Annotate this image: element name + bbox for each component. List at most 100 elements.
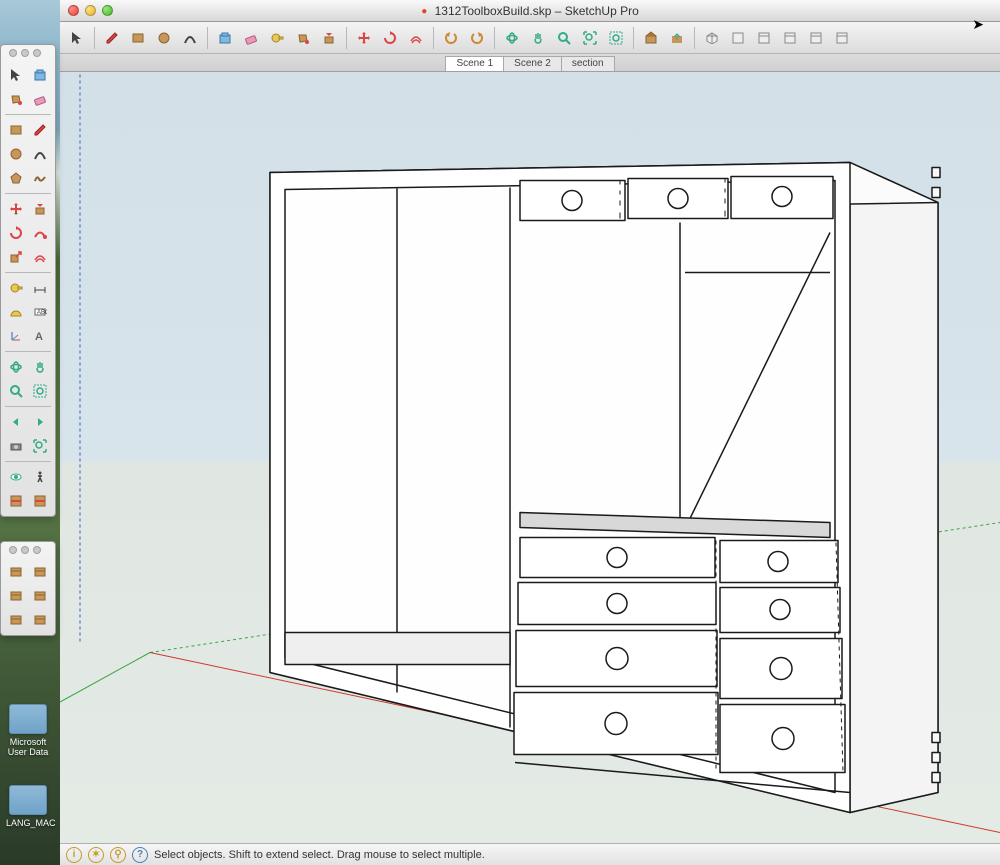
- eraser-tool[interactable]: [240, 27, 262, 49]
- model-viewport[interactable]: [60, 72, 1000, 843]
- position-camera-tool[interactable]: [5, 435, 27, 457]
- palette-close-dot[interactable]: [9, 49, 17, 57]
- folder-label: Microsoft User Data: [8, 737, 49, 757]
- close-button[interactable]: [68, 5, 79, 16]
- window-controls: [68, 5, 113, 16]
- outliner-4[interactable]: [29, 585, 51, 607]
- folder-icon: [9, 785, 47, 815]
- zoom-tool[interactable]: [553, 27, 575, 49]
- section-display[interactable]: [29, 490, 51, 512]
- component-tool[interactable]: [29, 64, 51, 86]
- minimize-button[interactable]: [85, 5, 96, 16]
- palette-titlebar[interactable]: [5, 546, 51, 558]
- palette-titlebar[interactable]: [5, 49, 51, 61]
- toolbar-separator: [433, 27, 434, 49]
- zoom-window-tool[interactable]: [29, 380, 51, 402]
- circle-tool[interactable]: [5, 143, 27, 165]
- text-tool[interactable]: ABC: [29, 301, 51, 323]
- pushpull-tool[interactable]: [318, 27, 340, 49]
- view-front[interactable]: [753, 27, 775, 49]
- palette-zoom-dot[interactable]: [33, 546, 41, 554]
- view-iso[interactable]: [701, 27, 723, 49]
- rectangle-tool[interactable]: [5, 119, 27, 141]
- orbit-tool[interactable]: [501, 27, 523, 49]
- select-tool[interactable]: [66, 27, 88, 49]
- rotate-tool[interactable]: [5, 222, 27, 244]
- next-view[interactable]: [29, 411, 51, 433]
- desktop-folder[interactable]: Microsoft User Data: [6, 704, 50, 757]
- paint-bucket-tool[interactable]: [5, 88, 27, 110]
- protractor-tool[interactable]: [5, 301, 27, 323]
- tape-measure-tool[interactable]: [5, 277, 27, 299]
- freehand-tool[interactable]: [29, 167, 51, 189]
- large-tool-palette[interactable]: ABCA: [0, 44, 56, 517]
- outliner-6[interactable]: [29, 609, 51, 631]
- walk-tool[interactable]: [29, 466, 51, 488]
- toolbar-separator: [207, 27, 208, 49]
- help-icon[interactable]: ?: [132, 847, 148, 863]
- dimension-tool[interactable]: [29, 277, 51, 299]
- palette-min-dot[interactable]: [21, 546, 29, 554]
- share-model[interactable]: [666, 27, 688, 49]
- status-message: Select objects. Shift to extend select. …: [154, 849, 485, 861]
- rectangle-tool[interactable]: [127, 27, 149, 49]
- pushpull-tool[interactable]: [29, 198, 51, 220]
- outliner-5[interactable]: [5, 609, 27, 631]
- desktop-folder[interactable]: LANG_MAC: [6, 785, 50, 828]
- palette-close-dot[interactable]: [9, 546, 17, 554]
- offset-tool[interactable]: [29, 246, 51, 268]
- followme-tool[interactable]: [29, 222, 51, 244]
- scene-tab[interactable]: Scene 2: [503, 56, 562, 71]
- get-models[interactable]: [640, 27, 662, 49]
- arc-tool[interactable]: [179, 27, 201, 49]
- status-icon[interactable]: ⚲: [110, 847, 126, 863]
- outliner-2[interactable]: [29, 561, 51, 583]
- undo[interactable]: [440, 27, 462, 49]
- dirty-indicator: ●: [421, 6, 427, 17]
- polygon-tool[interactable]: [5, 167, 27, 189]
- view-right[interactable]: [779, 27, 801, 49]
- line-tool[interactable]: [101, 27, 123, 49]
- status-icon[interactable]: ✶: [88, 847, 104, 863]
- zoom-window[interactable]: [605, 27, 627, 49]
- zoom-tool[interactable]: [5, 380, 27, 402]
- status-icon[interactable]: i: [66, 847, 82, 863]
- section-plane-tool[interactable]: [5, 490, 27, 512]
- palette-zoom-dot[interactable]: [33, 49, 41, 57]
- arc-tool[interactable]: [29, 143, 51, 165]
- rotate-tool[interactable]: [379, 27, 401, 49]
- scale-tool[interactable]: [5, 246, 27, 268]
- move-tool[interactable]: [5, 198, 27, 220]
- outliner-3[interactable]: [5, 585, 27, 607]
- move-tool[interactable]: [353, 27, 375, 49]
- pan-tool[interactable]: [527, 27, 549, 49]
- redo[interactable]: [466, 27, 488, 49]
- make-component[interactable]: [214, 27, 236, 49]
- circle-tool[interactable]: [153, 27, 175, 49]
- zoom-button[interactable]: [102, 5, 113, 16]
- eraser-tool[interactable]: [29, 88, 51, 110]
- tape-measure-tool[interactable]: [266, 27, 288, 49]
- small-tool-palette[interactable]: [0, 541, 56, 636]
- palette-min-dot[interactable]: [21, 49, 29, 57]
- offset-tool[interactable]: [405, 27, 427, 49]
- pan-tool[interactable]: [29, 356, 51, 378]
- scene-tab[interactable]: section: [561, 56, 615, 71]
- zoom-extents[interactable]: [579, 27, 601, 49]
- outliner-1[interactable]: [5, 561, 27, 583]
- 3dtext-tool[interactable]: A: [29, 325, 51, 347]
- line-tool[interactable]: [29, 119, 51, 141]
- select-tool[interactable]: [5, 64, 27, 86]
- paint-bucket-tool[interactable]: [292, 27, 314, 49]
- axes-tool[interactable]: [5, 325, 27, 347]
- view-top[interactable]: [727, 27, 749, 49]
- orbit-tool[interactable]: [5, 356, 27, 378]
- look-around-tool[interactable]: [5, 466, 27, 488]
- view-back[interactable]: [805, 27, 827, 49]
- previous-view[interactable]: [5, 411, 27, 433]
- window-titlebar[interactable]: ● 1312ToolboxBuild.skp – SketchUp Pro: [60, 0, 1000, 22]
- zoom-extents-tool[interactable]: [29, 435, 51, 457]
- scene-tab[interactable]: Scene 1: [445, 56, 504, 71]
- view-left[interactable]: [831, 27, 853, 49]
- palette-separator: [5, 114, 51, 115]
